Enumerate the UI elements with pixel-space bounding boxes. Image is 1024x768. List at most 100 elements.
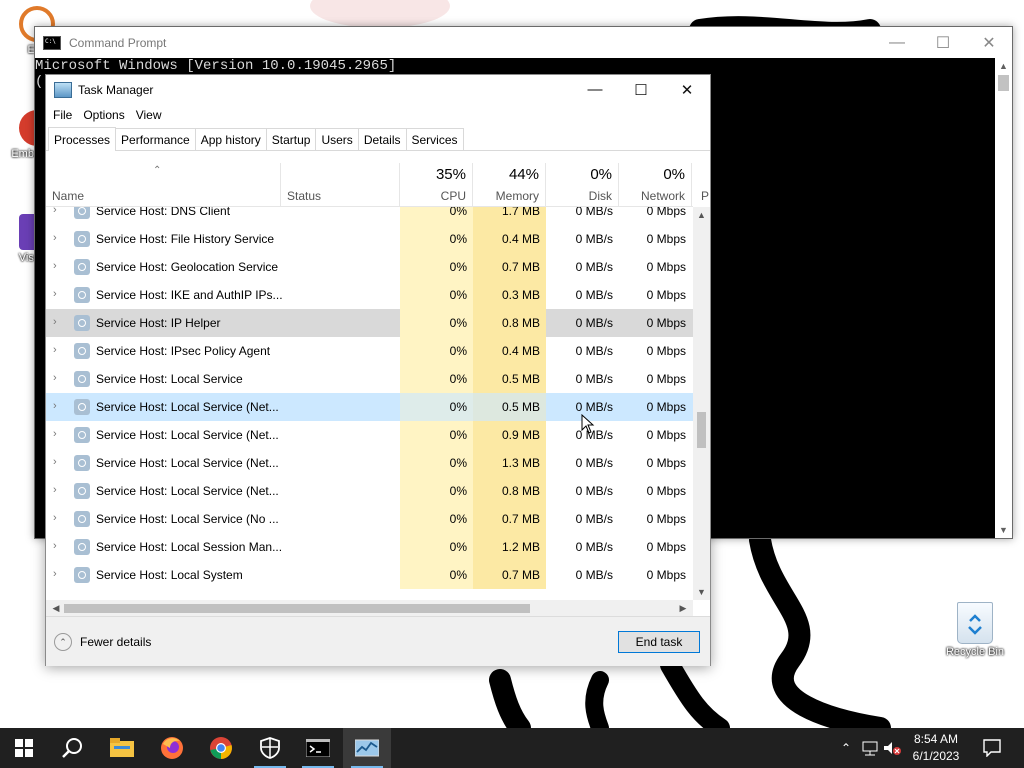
- process-disk: 0 MB/s: [575, 288, 613, 302]
- sort-arrow-icon: ⌃: [153, 165, 162, 176]
- column-cpu-label: CPU: [440, 189, 466, 203]
- expand-chevron-icon[interactable]: ›: [53, 568, 57, 580]
- table-row[interactable]: › Service Host: Local Service (Net... 0% 0.…: [46, 393, 693, 421]
- scroll-right-icon[interactable]: ▶: [675, 600, 691, 616]
- process-memory: 1.7 MB: [501, 207, 540, 218]
- table-row[interactable]: › Service Host: Local Service (No ... 0% 0.…: [46, 505, 693, 533]
- table-row[interactable]: › Service Host: File History Service 0% 0.4…: [46, 225, 693, 253]
- expand-chevron-icon[interactable]: ›: [53, 232, 57, 244]
- notification-button[interactable]: [968, 728, 1016, 768]
- table-row[interactable]: › Service Host: IPsec Policy Agent 0% 0.4 M…: [46, 337, 693, 365]
- column-memory-label: Memory: [495, 189, 539, 203]
- table-row[interactable]: › Service Host: Local Service (Net... 0% 1.…: [46, 449, 693, 477]
- table-row[interactable]: › Service Host: Local Service (Net... 0% 0.…: [46, 421, 693, 449]
- expand-chevron-icon[interactable]: ›: [53, 260, 57, 272]
- taskbar-file-explorer[interactable]: [98, 728, 146, 768]
- scroll-thumb[interactable]: [64, 604, 530, 613]
- expand-chevron-icon[interactable]: ›: [53, 207, 57, 216]
- expand-chevron-icon[interactable]: ›: [53, 316, 57, 328]
- column-network[interactable]: 0% Network: [619, 163, 692, 206]
- column-name[interactable]: ⌃ Name: [46, 163, 281, 206]
- tm-title-bar[interactable]: Task Manager — ☐ ✕: [46, 75, 710, 104]
- table-row[interactable]: › Service Host: IP Helper 0% 0.8 MB 0 MB/s 0 …: [46, 309, 693, 337]
- process-memory: 0.4 MB: [501, 232, 540, 246]
- table-row[interactable]: › Service Host: Geolocation Service 0% 0.7 …: [46, 253, 693, 281]
- expand-chevron-icon[interactable]: ›: [53, 540, 57, 552]
- table-row[interactable]: › Service Host: Local Service 0% 0.5 MB 0 MB…: [46, 365, 693, 393]
- scroll-thumb[interactable]: [697, 412, 706, 448]
- process-name: Service Host: Local Service (Net...: [96, 400, 279, 414]
- expand-chevron-icon[interactable]: ›: [53, 456, 57, 468]
- process-disk: 0 MB/s: [575, 568, 613, 582]
- volume-muted-icon[interactable]: [882, 740, 902, 756]
- column-cpu[interactable]: 35% CPU: [400, 163, 473, 206]
- scroll-thumb[interactable]: [998, 75, 1009, 91]
- process-name: Service Host: IP Helper: [96, 316, 221, 330]
- cmd-title-bar[interactable]: Command Prompt — ☐ ✕: [35, 27, 1012, 58]
- tab-details[interactable]: Details: [357, 128, 407, 150]
- column-power[interactable]: P: [692, 163, 709, 206]
- process-name: Service Host: Local Service: [96, 372, 243, 386]
- network-icon[interactable]: [860, 740, 880, 756]
- taskbar-chrome[interactable]: [197, 728, 245, 768]
- fewer-details-button[interactable]: ⌃ Fewer details: [54, 633, 151, 651]
- tab-processes[interactable]: Processes: [48, 127, 117, 151]
- cmd-scrollbar[interactable]: ▲ ▼: [995, 58, 1012, 538]
- expand-chevron-icon[interactable]: ›: [53, 512, 57, 524]
- maximize-button[interactable]: ☐: [920, 27, 966, 58]
- start-button[interactable]: [0, 728, 48, 768]
- menu-file[interactable]: File: [49, 108, 76, 122]
- command-prompt-icon: [43, 35, 61, 50]
- tab-users[interactable]: Users: [315, 128, 359, 150]
- cmd-line-1: Microsoft Windows [Version 10.0.19045.29…: [35, 58, 397, 74]
- column-disk[interactable]: 0% Disk: [546, 163, 619, 206]
- close-button[interactable]: ✕: [966, 27, 1012, 58]
- scroll-up-icon[interactable]: ▲: [693, 207, 710, 223]
- expand-chevron-icon[interactable]: ›: [53, 400, 57, 412]
- process-list-hscrollbar[interactable]: ◀ ▶: [46, 600, 693, 616]
- column-memory[interactable]: 44% Memory: [473, 163, 546, 206]
- table-row[interactable]: › Service Host: DNS Client 0% 1.7 MB 0 MB/s 0…: [46, 207, 693, 225]
- taskbar-firefox[interactable]: [148, 728, 196, 768]
- taskbar-security[interactable]: [246, 728, 294, 768]
- tab-services[interactable]: Services: [405, 128, 464, 150]
- recycle-bin[interactable]: Recycle Bin: [940, 602, 1010, 658]
- menu-options[interactable]: Options: [79, 108, 128, 122]
- expand-chevron-icon[interactable]: ›: [53, 484, 57, 496]
- process-list[interactable]: › Service Host: DNS Client 0% 1.7 MB 0 MB/s 0…: [46, 207, 693, 600]
- close-button[interactable]: ✕: [664, 75, 710, 104]
- table-row[interactable]: › Service Host: Local System 0% 0.7 MB 0 MB/…: [46, 561, 693, 589]
- chevron-up-icon[interactable]: ⌃: [836, 741, 856, 755]
- expand-chevron-icon[interactable]: ›: [53, 428, 57, 440]
- clock[interactable]: 8:54 AM 6/1/2023: [906, 731, 966, 765]
- tab-startup[interactable]: Startup: [265, 128, 317, 150]
- expand-chevron-icon[interactable]: ›: [53, 288, 57, 300]
- expand-chevron-icon[interactable]: ›: [53, 344, 57, 356]
- table-row[interactable]: › Service Host: Local Session Man... 0% 1.2…: [46, 533, 693, 561]
- minimize-button[interactable]: —: [572, 75, 618, 104]
- scroll-down-icon[interactable]: ▼: [995, 522, 1012, 538]
- taskbar-task-manager[interactable]: [343, 728, 391, 768]
- end-task-button[interactable]: End task: [618, 631, 700, 653]
- taskbar-command-prompt[interactable]: [294, 728, 342, 768]
- column-status[interactable]: Status: [281, 163, 400, 206]
- table-row[interactable]: › Service Host: Local Service (Net... 0% 0.…: [46, 477, 693, 505]
- tab-app-history[interactable]: App history: [194, 128, 267, 150]
- expand-chevron-icon[interactable]: ›: [53, 372, 57, 384]
- scroll-down-icon[interactable]: ▼: [693, 584, 710, 600]
- column-name-label: Name: [52, 189, 85, 203]
- process-list-vscrollbar[interactable]: ▲ ▼: [693, 207, 710, 600]
- table-row[interactable]: › Service Host: IKE and AuthIP IPs... 0% 0.…: [46, 281, 693, 309]
- menu-view[interactable]: View: [132, 108, 166, 122]
- task-manager-window[interactable]: Task Manager — ☐ ✕ File Options View Pro…: [45, 74, 711, 666]
- process-memory: 0.5 MB: [501, 372, 540, 386]
- scroll-left-icon[interactable]: ◀: [48, 600, 64, 616]
- search-button[interactable]: [48, 728, 96, 768]
- service-gear-icon: [74, 371, 90, 387]
- process-disk: 0 MB/s: [575, 316, 613, 330]
- column-disk-label: Disk: [588, 189, 612, 203]
- scroll-up-icon[interactable]: ▲: [995, 58, 1012, 74]
- tab-performance[interactable]: Performance: [115, 128, 196, 150]
- maximize-button[interactable]: ☐: [618, 75, 664, 104]
- minimize-button[interactable]: —: [874, 27, 920, 58]
